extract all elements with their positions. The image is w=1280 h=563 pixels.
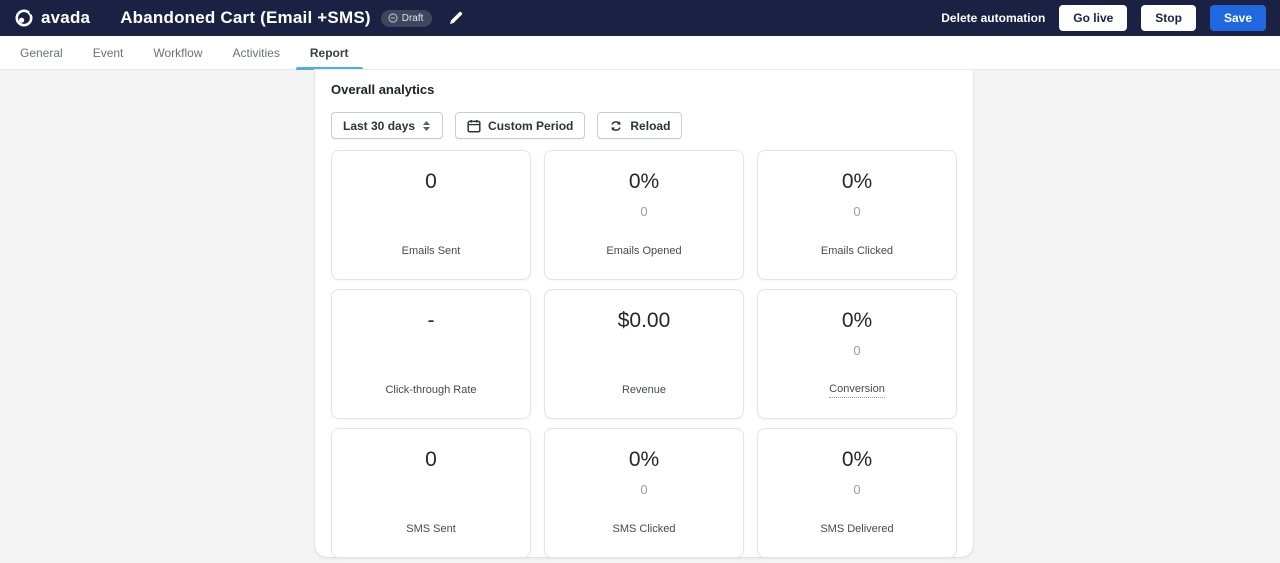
go-live-button[interactable]: Go live: [1059, 5, 1128, 31]
metric-value: 0%: [628, 170, 660, 193]
metric-label: Emails Opened: [606, 245, 682, 257]
metric-subvalue: 0: [640, 204, 648, 219]
metric-card-sms-sent: 0 SMS Sent: [331, 428, 531, 558]
tab-report[interactable]: Report: [295, 36, 363, 70]
metric-value: 0: [425, 448, 437, 471]
metric-value: 0%: [841, 170, 873, 193]
metric-subvalue: 0: [853, 343, 861, 358]
metric-value: $0.00: [617, 309, 671, 332]
analytics-heading: Overall analytics: [331, 82, 435, 97]
status-badge-label: Draft: [401, 12, 424, 24]
draft-status-icon: [388, 13, 398, 23]
metric-card-revenue: $0.00 Revenue: [544, 289, 744, 419]
metric-label: Emails Sent: [401, 245, 461, 257]
save-button[interactable]: Save: [1209, 5, 1266, 31]
reload-button[interactable]: Reload: [597, 112, 683, 139]
custom-period-label: Custom Period: [488, 118, 574, 133]
tab-bar: General Event Workflow Activities Report: [0, 36, 1280, 70]
period-select[interactable]: Last 30 days: [331, 112, 444, 139]
metric-card-emails-clicked: 0% 0 Emails Clicked: [757, 150, 957, 280]
tab-workflow[interactable]: Workflow: [139, 36, 216, 69]
metric-label: SMS Clicked: [612, 523, 676, 535]
analytics-panel: Overall analytics Last 30 days Custom Pe…: [315, 70, 973, 558]
tab-event[interactable]: Event: [79, 36, 138, 69]
delete-automation-button[interactable]: Delete automation: [941, 11, 1045, 25]
metric-label: Emails Clicked: [820, 245, 894, 257]
tab-general[interactable]: General: [6, 36, 77, 69]
avada-logo-icon: [14, 8, 34, 28]
metric-value: 0%: [841, 448, 873, 471]
app-header: avada Abandoned Cart (Email +SMS) Draft …: [0, 0, 1280, 36]
metric-card-click-through-rate: - Click-through Rate: [331, 289, 531, 419]
metric-card-sms-delivered: 0% 0 SMS Delivered: [757, 428, 957, 558]
status-badge: Draft: [380, 9, 433, 27]
analytics-controls: Last 30 days Custom Period Reload: [331, 112, 957, 139]
metrics-grid: 0 Emails Sent 0% 0 Emails Opened 0% 0 Em…: [331, 150, 957, 558]
metric-label: SMS Sent: [406, 523, 456, 535]
period-select-value: Last 30 days: [343, 118, 416, 133]
brand-name: avada: [41, 8, 91, 27]
metric-card-emails-opened: 0% 0 Emails Opened: [544, 150, 744, 280]
pencil-icon: [448, 10, 464, 26]
metric-card-sms-clicked: 0% 0 SMS Clicked: [544, 428, 744, 558]
metric-subvalue: 0: [853, 482, 861, 497]
page-title: Abandoned Cart (Email +SMS): [120, 8, 371, 27]
tab-activities[interactable]: Activities: [219, 36, 294, 69]
metric-label: Revenue: [621, 384, 667, 396]
page-content: Overall analytics Last 30 days Custom Pe…: [0, 70, 1280, 563]
metric-card-emails-sent: 0 Emails Sent: [331, 150, 531, 280]
custom-period-button[interactable]: Custom Period: [455, 112, 586, 139]
metric-label: SMS Delivered: [820, 523, 894, 535]
metric-card-conversion: 0% 0 Conversion: [757, 289, 957, 419]
metric-value: 0: [425, 170, 437, 193]
header-actions: Delete automation Go live Stop Save: [941, 5, 1266, 31]
metric-label[interactable]: Conversion: [829, 383, 885, 398]
reload-label: Reload: [630, 118, 671, 133]
metric-value: -: [427, 309, 435, 332]
updown-caret-icon: [422, 120, 431, 132]
edit-title-button[interactable]: [448, 10, 464, 26]
metric-subvalue: 0: [640, 482, 648, 497]
metric-label: Click-through Rate: [385, 384, 477, 396]
calendar-icon: [467, 119, 481, 133]
stop-button[interactable]: Stop: [1141, 5, 1196, 31]
metric-subvalue: 0: [853, 204, 861, 219]
reload-icon: [609, 119, 623, 133]
avada-logo: avada: [14, 8, 90, 28]
metric-value: 0%: [628, 448, 660, 471]
metric-value: 0%: [841, 309, 873, 332]
